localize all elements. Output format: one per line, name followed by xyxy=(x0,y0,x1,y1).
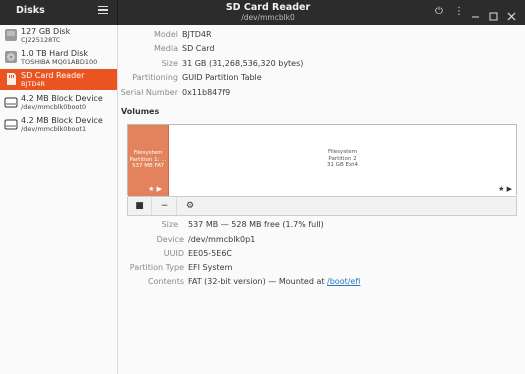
more-actions-icon[interactable]: ⋮ xyxy=(454,6,464,18)
sidebar-title: Disks xyxy=(16,5,45,16)
window-title-block: SD Card Reader /dev/mmcblk0 xyxy=(118,2,418,22)
delete-partition-button[interactable]: − xyxy=(153,197,177,215)
partition-1-mounted-icon: ★ ▶ xyxy=(148,185,162,193)
drive-size-label: Size xyxy=(161,59,178,68)
sidebar-item-block-device-boot0[interactable]: 4.2 MB Block Device /dev/mmcblk0boot0 xyxy=(0,92,117,113)
minimize-icon xyxy=(472,16,479,18)
partition-2-label: Filesystem Partition 2 31 GB Ext4 xyxy=(169,149,516,169)
serial-label: Serial Number xyxy=(120,88,178,97)
partition-1-label: Filesystem Partition 1: ... 537 MB FAT xyxy=(128,150,168,170)
sidebar-item-subtitle: /dev/mmcblk0boot0 xyxy=(21,103,87,111)
uuid-label: UUID xyxy=(163,249,184,258)
sidebar-header: Disks xyxy=(0,0,118,25)
partition-type-label: Partition Type xyxy=(129,263,184,272)
sidebar-item-block-device-boot1[interactable]: 4.2 MB Block Device /dev/mmcblk0boot1 xyxy=(0,114,117,135)
volume-toolbar: ■ − ⚙ xyxy=(127,196,517,216)
sidebar-item-1tb-hard-disk[interactable]: 1.0 TB Hard Disk TOSHIBA MQ01ABD100 xyxy=(0,47,117,68)
partition-settings-gear-icon[interactable]: ⚙ xyxy=(178,197,202,215)
partition-2-block[interactable]: Filesystem Partition 2 31 GB Ext4 ★ ▶ xyxy=(169,125,516,196)
disks-window: Disks SD Card Reader /dev/mmcblk0 ⏻ ⋮ 12… xyxy=(0,0,525,374)
partition-size-label: Size xyxy=(161,220,178,229)
uuid-value: EE05-5E6C xyxy=(188,249,232,258)
contents-label: Contents xyxy=(148,277,184,286)
block-device-icon xyxy=(4,97,18,108)
maximize-button[interactable] xyxy=(488,7,499,21)
partition-1-size: 537 MB FAT xyxy=(132,163,164,169)
media-value: SD Card xyxy=(182,44,215,53)
sidebar-item-subtitle: /dev/mmcblk0boot1 xyxy=(21,125,87,133)
disk-icon xyxy=(5,29,17,41)
window-title: SD Card Reader xyxy=(225,2,311,13)
block-device-icon xyxy=(4,119,18,130)
partition-1-block[interactable]: Filesystem Partition 1: ... 537 MB FAT ★… xyxy=(128,125,169,196)
volumes-heading: Volumes xyxy=(121,107,160,116)
partitioning-value: GUID Partition Table xyxy=(182,73,262,82)
sidebar-item-name: 127 GB Disk xyxy=(21,27,71,36)
sidebar-item-subtitle: TOSHIBA MQ01ABD100 xyxy=(21,58,98,66)
drive-size-value: 31 GB (31,268,536,320 bytes) xyxy=(182,59,304,68)
partition-1-type: Filesystem xyxy=(133,150,163,156)
unmount-stop-button[interactable]: ■ xyxy=(128,197,152,215)
contents-value: FAT (32-bit version) — Mounted at /boot/… xyxy=(188,277,360,286)
close-icon xyxy=(507,12,516,21)
model-label: Model xyxy=(153,30,178,39)
sidebar-item-subtitle: BJTD4R xyxy=(21,80,46,88)
hard-disk-icon xyxy=(5,51,17,63)
media-label: Media xyxy=(153,44,178,53)
minimize-button[interactable] xyxy=(470,7,481,18)
mount-point-link[interactable]: /boot/efi xyxy=(327,277,360,286)
sidebar-item-name: 4.2 MB Block Device xyxy=(21,94,103,103)
sidebar-item-sd-card-reader[interactable]: SD Card Reader BJTD4R xyxy=(0,69,117,90)
serial-value: 0x11b847f9 xyxy=(182,88,231,97)
device-label: Device xyxy=(156,235,184,244)
partition-size-value: 537 MB — 528 MB free (1.7% full) xyxy=(188,220,324,229)
maximize-icon xyxy=(489,12,498,21)
partitioning-label: Partitioning xyxy=(132,73,178,82)
partition-2-size: 31 GB Ext4 xyxy=(327,162,358,168)
partition-type-value: EFI System xyxy=(188,263,233,272)
hamburger-menu-icon[interactable] xyxy=(98,6,108,16)
sidebar-item-name: 1.0 TB Hard Disk xyxy=(21,49,89,58)
power-off-icon[interactable]: ⏻ xyxy=(435,6,443,18)
window-subtitle: /dev/mmcblk0 xyxy=(241,13,295,22)
header-bar: Disks SD Card Reader /dev/mmcblk0 ⏻ ⋮ xyxy=(0,0,525,25)
sidebar-item-127gb-disk[interactable]: 127 GB Disk CJ225128TC xyxy=(0,25,117,46)
sd-card-icon xyxy=(7,73,16,85)
volume-map: Filesystem Partition 1: ... 537 MB FAT ★… xyxy=(127,124,517,196)
model-value: BJTD4R xyxy=(182,30,212,39)
sidebar-item-name: SD Card Reader xyxy=(21,71,85,80)
drive-details-panel: Model BJTD4R Media SD Card Size 31 GB (3… xyxy=(118,25,525,374)
device-sidebar: 127 GB Disk CJ225128TC 1.0 TB Hard Disk … xyxy=(0,25,118,374)
close-button[interactable] xyxy=(506,7,517,21)
sidebar-item-subtitle: CJ225128TC xyxy=(21,36,61,44)
partition-2-mounted-icon: ★ ▶ xyxy=(498,185,512,193)
sidebar-item-name: 4.2 MB Block Device xyxy=(21,116,103,125)
device-value: /dev/mmcblk0p1 xyxy=(188,235,256,244)
contents-text: FAT (32-bit version) — Mounted at xyxy=(188,277,328,286)
